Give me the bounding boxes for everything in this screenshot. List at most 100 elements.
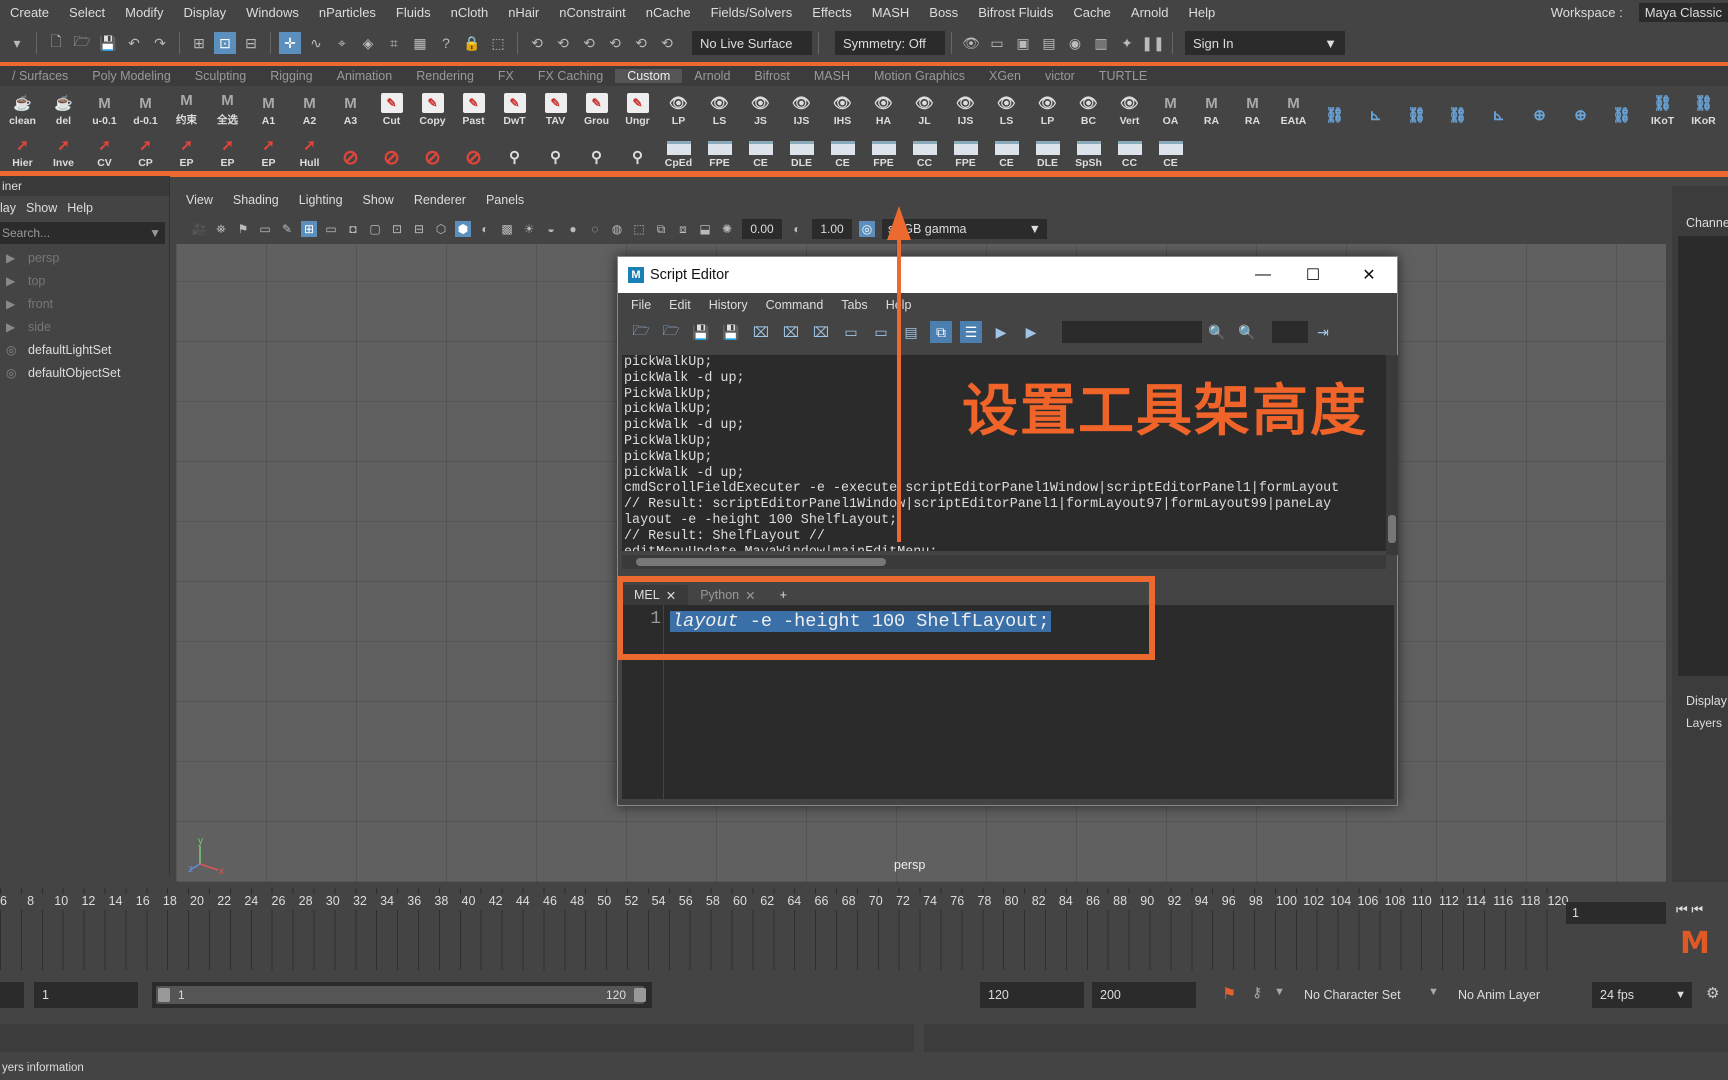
shelf-button[interactable]: 👁 LS xyxy=(699,87,740,127)
render-frame-icon[interactable]: ▭ xyxy=(986,32,1008,54)
color-management-icon[interactable]: ◎ xyxy=(859,221,875,237)
lasso-icon[interactable]: ⟲ xyxy=(630,32,652,54)
menu-item-bifrost-fluids[interactable]: Bifrost Fluids xyxy=(968,5,1063,20)
shelf-button[interactable]: ⊾ xyxy=(1478,87,1519,127)
shelf-button[interactable]: ⊘ xyxy=(412,129,453,169)
shelf-button[interactable]: ⛓ xyxy=(1601,87,1642,127)
outliner-item[interactable]: ◎ defaultObjectSet xyxy=(0,361,169,384)
shelf-button[interactable]: FPE xyxy=(863,129,904,169)
outliner-menu-item[interactable]: Show xyxy=(26,201,67,215)
script-editor-menu-item[interactable]: History xyxy=(700,298,757,312)
wireframe-icon[interactable]: ⬡ xyxy=(433,221,449,237)
gamma-icon[interactable]: ◐ xyxy=(789,221,805,237)
shelf-button[interactable]: 👁 LP xyxy=(658,87,699,127)
echo-all-icon[interactable]: ⧉ xyxy=(930,321,952,343)
menu-item-fields-solvers[interactable]: Fields/Solvers xyxy=(701,5,803,20)
range-handle-end[interactable] xyxy=(634,988,646,1002)
shelf-button[interactable]: 👁 BC xyxy=(1068,87,1109,127)
menu-item-nparticles[interactable]: nParticles xyxy=(309,5,386,20)
channel-box-label[interactable]: Channe xyxy=(1686,216,1728,230)
shelf-button[interactable]: M RA xyxy=(1191,87,1232,128)
mode-dropdown-icon[interactable]: ▾ xyxy=(6,32,28,54)
menu-item-select[interactable]: Select xyxy=(59,5,115,20)
pause-icon[interactable]: ❚❚ xyxy=(1141,32,1164,54)
new-scene-icon[interactable]: 🗋 xyxy=(45,32,67,54)
snap-surface-icon[interactable]: ⌗ xyxy=(383,32,405,54)
shelf-button[interactable]: 👁 Vert xyxy=(1109,87,1150,127)
outliner-menu-item[interactable]: lay xyxy=(0,201,26,215)
menu-item-effects[interactable]: Effects xyxy=(802,5,862,20)
shelf-button[interactable]: ➚ Hull xyxy=(289,129,330,169)
shelf-tab[interactable]: / Surfaces xyxy=(0,69,80,83)
shelf-button[interactable]: ⊘ xyxy=(330,129,371,169)
shelf-tab[interactable]: TURTLE xyxy=(1087,69,1159,83)
lasso-icon[interactable]: ⟲ xyxy=(578,32,600,54)
shelf-button[interactable]: ⚲ xyxy=(494,129,535,169)
source-script-icon[interactable]: 🗁 xyxy=(660,321,682,343)
close-icon[interactable]: ✕ xyxy=(1344,257,1394,293)
snap-curve-icon[interactable]: ∿ xyxy=(305,32,327,54)
search-up-icon[interactable]: 🔍 xyxy=(1236,321,1258,343)
fps-dropdown[interactable]: 24 fps ▼ xyxy=(1592,982,1692,1008)
outliner-item[interactable]: ▶ persp xyxy=(0,246,169,269)
shelf-button[interactable]: ⊕ xyxy=(1560,87,1601,127)
xray-icon[interactable]: ⧉ xyxy=(653,221,669,237)
shelf-button[interactable]: CpEd xyxy=(658,129,699,169)
shelf-tab[interactable]: Custom xyxy=(615,69,683,83)
outliner-item[interactable]: ◎ defaultLightSet xyxy=(0,338,169,361)
start-frame-field[interactable]: 1 xyxy=(34,982,138,1008)
shelf-button[interactable]: ✎ Past xyxy=(453,87,494,127)
chevron-down-icon[interactable]: ▼ xyxy=(149,226,161,240)
menu-item-display[interactable]: Display xyxy=(173,5,236,20)
lasso-icon[interactable]: ⟲ xyxy=(656,32,678,54)
antialias-icon[interactable]: ◍ xyxy=(609,221,625,237)
shelf-button[interactable]: CC xyxy=(1109,129,1150,169)
clear-input-icon[interactable]: ⌧ xyxy=(780,321,802,343)
ao-icon[interactable]: ● xyxy=(565,221,581,237)
open-scene-icon[interactable]: 🗁 xyxy=(71,32,93,54)
open-script-icon[interactable]: 🗁 xyxy=(630,321,652,343)
menu-item-nconstraint[interactable]: nConstraint xyxy=(549,5,635,20)
render-camera-icon[interactable]: ▥ xyxy=(1090,32,1112,54)
shelf-button[interactable]: M RA xyxy=(1232,87,1273,128)
help-icon[interactable]: ? xyxy=(435,32,457,54)
shelf-tab[interactable]: Arnold xyxy=(682,69,742,83)
script-editor-menu-item[interactable]: File xyxy=(622,298,660,312)
shelf-button[interactable]: CE xyxy=(1150,129,1191,169)
anim-layer-dropdown[interactable]: No Anim Layer xyxy=(1450,982,1580,1008)
shelf-button[interactable]: M A3 xyxy=(330,87,371,128)
shadows-icon[interactable]: ◒ xyxy=(543,221,559,237)
playback-options-icon[interactable]: ⚙ xyxy=(1706,984,1719,1002)
render-view-icon[interactable]: ▦ xyxy=(409,32,431,54)
lasso-icon[interactable]: ⟲ xyxy=(526,32,548,54)
show-history-icon[interactable]: ▭ xyxy=(840,321,862,343)
shelf-tab[interactable]: Rendering xyxy=(404,69,486,83)
shelf-button[interactable]: 👁 HA xyxy=(863,87,904,127)
xray-joints-icon[interactable]: ⧈ xyxy=(675,221,691,237)
script-editor-menu-item[interactable]: Command xyxy=(757,298,833,312)
scroll-thumb[interactable] xyxy=(636,558,886,566)
menu-item-create[interactable]: Create xyxy=(0,5,59,20)
shelf-button[interactable]: M A1 xyxy=(248,87,289,128)
shelf-button[interactable]: ➚ Inve xyxy=(43,129,84,169)
motion-blur-icon[interactable]: ◌ xyxy=(587,221,603,237)
shelf-button[interactable]: 👁 JS xyxy=(740,87,781,127)
shelf-button[interactable]: 👁 IJS xyxy=(945,87,986,127)
redo-icon[interactable]: ↷ xyxy=(149,32,171,54)
live-surface-field[interactable]: No Live Surface xyxy=(692,31,812,55)
shelf-button[interactable]: CE xyxy=(986,129,1027,169)
shelf-button[interactable]: ✎ Copy xyxy=(412,87,453,127)
shelf-button[interactable]: ✎ Ungr xyxy=(617,87,658,127)
shelf-button[interactable]: ✎ Grou xyxy=(576,87,617,127)
shelf-button[interactable]: ⛓ IKoR xyxy=(1683,87,1724,127)
shelf-button[interactable]: 👁 LS xyxy=(986,87,1027,127)
range-handle-start[interactable] xyxy=(158,988,170,1002)
execute-all-icon[interactable]: ▶ xyxy=(1020,321,1042,343)
goto-line-input[interactable] xyxy=(1272,321,1308,343)
shelf-button[interactable]: ⊘ xyxy=(371,129,412,169)
key-prefs-icon[interactable]: ⚷ xyxy=(1252,984,1262,1001)
history-horizontal-scrollbar[interactable] xyxy=(622,555,1386,569)
shelf-button[interactable]: ➚ CV xyxy=(84,129,125,169)
step-back-icon[interactable]: ⏮ xyxy=(1691,902,1703,917)
minimize-icon[interactable]: — xyxy=(1238,257,1288,293)
